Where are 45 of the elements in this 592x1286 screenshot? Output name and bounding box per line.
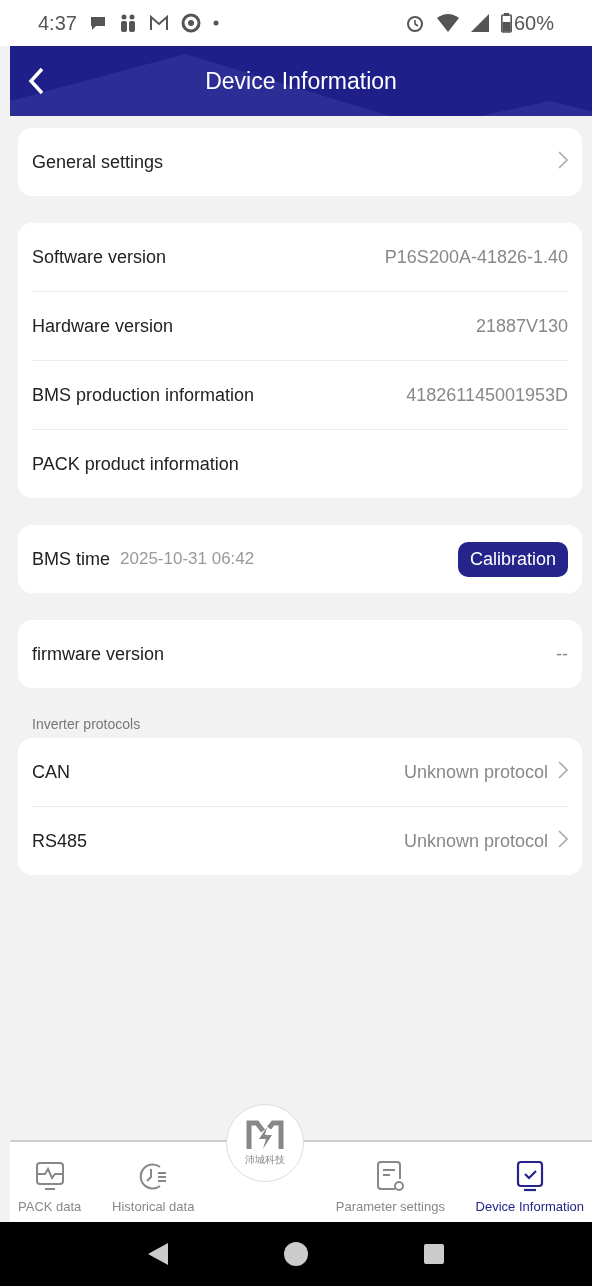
- logo-text: 沛城科技: [245, 1153, 286, 1167]
- calibration-button[interactable]: Calibration: [457, 541, 568, 577]
- chevron-right-icon: [558, 829, 568, 848]
- row-value: --: [556, 643, 568, 665]
- protocol-row[interactable]: CAN Unknown protocol: [32, 738, 568, 807]
- logo-icon: [245, 1119, 286, 1151]
- dot-icon: [212, 20, 219, 26]
- settings-row[interactable]: General settings: [32, 128, 568, 196]
- chat-icon: [88, 15, 107, 31]
- row-label: BMS time: [32, 548, 110, 570]
- row-label: CAN: [32, 761, 70, 783]
- chevron-right-icon: [558, 150, 568, 169]
- row-value: Unknown protocol: [403, 761, 548, 783]
- row-value: 21887V130: [475, 315, 568, 337]
- nav-tab[interactable]: Parameter settings: [335, 1142, 445, 1222]
- chevron-right-icon: [558, 760, 568, 779]
- row-label: RS485: [32, 830, 88, 852]
- nav-tab[interactable]: PACK data: [18, 1142, 82, 1222]
- row-value: 418261145001953D: [406, 384, 568, 406]
- back-icon[interactable]: [148, 1243, 168, 1265]
- people-icon: [118, 14, 137, 32]
- time-value: 2025-10-31 06:42: [120, 549, 255, 569]
- row-label: PACK product information: [32, 453, 239, 475]
- protocol-row[interactable]: RS485 Unknown protocol: [32, 807, 568, 875]
- signal-icon: [470, 14, 489, 32]
- row-label: General settings: [32, 151, 164, 173]
- back-icon[interactable]: [28, 67, 44, 95]
- home-icon[interactable]: [284, 1242, 308, 1266]
- mail-icon: [148, 15, 169, 31]
- row-label: Hardware version: [32, 315, 174, 337]
- alarm-icon: [404, 13, 425, 33]
- row-label: Software version: [32, 246, 167, 268]
- section-label: Inverter protocols: [32, 716, 142, 732]
- nav-tab[interactable]: Historical data: [112, 1142, 195, 1222]
- sync-icon: [180, 13, 201, 33]
- row-value: P16S200A-41826-1.40: [384, 246, 568, 268]
- wifi-icon: [436, 14, 459, 32]
- page-title: Device Information: [205, 67, 397, 95]
- nav-tab[interactable]: Device Information: [475, 1142, 584, 1222]
- row-label: BMS production information: [32, 384, 255, 406]
- clock-time: 4:37: [38, 11, 77, 35]
- battery-percent: 60%: [513, 11, 554, 35]
- row-value: Unknown protocol: [403, 830, 548, 852]
- row-label: firmware version: [32, 643, 165, 665]
- battery-icon: [500, 13, 512, 33]
